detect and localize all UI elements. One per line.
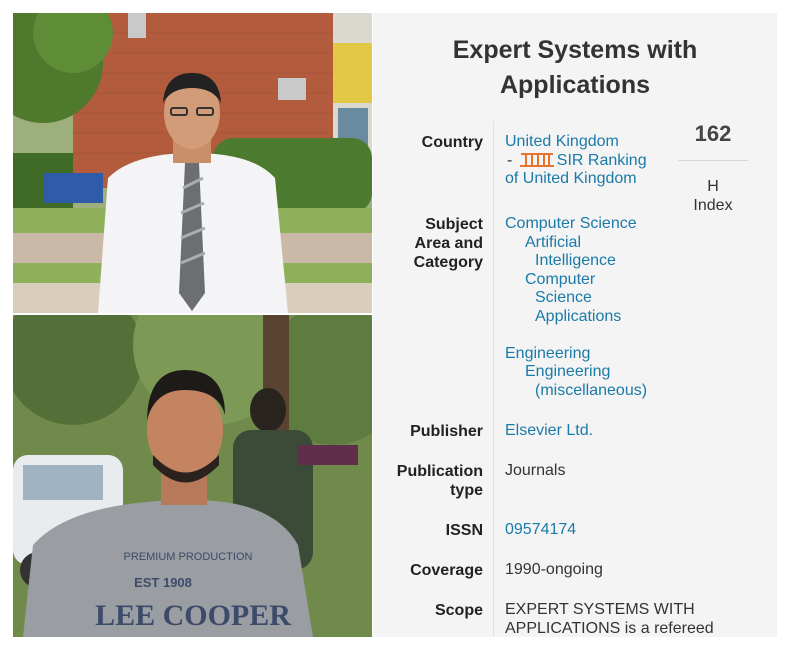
h-index-label-line1: H	[707, 178, 719, 195]
subject-area-label: Subject Area and Category	[393, 215, 483, 272]
journal-title-line2: Applications	[499, 71, 650, 99]
journal-title-line1: Expert Systems with	[452, 36, 698, 64]
scope-value: EXPERT SYSTEMS WITH APPLICATIONS is a re…	[505, 601, 714, 637]
publisher-label: Publisher	[410, 423, 483, 440]
shirt-print-line3: LEE COOPER	[95, 599, 291, 632]
shirt-print-line1: PREMIUM PRODUCTION	[124, 551, 253, 563]
shirt-print-line2: EST 1908	[134, 575, 192, 590]
country-label: Country	[421, 134, 483, 151]
publisher-link[interactable]: Elsevier Ltd.	[505, 422, 593, 441]
column-divider	[493, 121, 494, 637]
subject-label-line1: Subject	[425, 216, 483, 233]
subject-label-line2: Area and	[414, 235, 483, 252]
country-value: United Kingdom - SIR Ranking of United K…	[505, 133, 655, 189]
sir-ranking-icon[interactable]	[519, 152, 554, 168]
h-index-label-line2: Index	[693, 197, 733, 214]
author-photo-bottom-image: PREMIUM PRODUCTION EST 1908 LEE COOPER	[13, 315, 372, 637]
h-index-value: 162	[694, 121, 732, 146]
sir-ranking-row: - SIR Ranking	[505, 152, 655, 171]
issn-label: ISSN	[445, 522, 483, 539]
publication-type-value: Journals	[505, 462, 566, 479]
author-photo-bottom: PREMIUM PRODUCTION EST 1908 LEE COOPER	[13, 315, 372, 637]
journal-title: Expert Systems with Applications	[373, 33, 777, 103]
subject-area-value: Computer Science Artificial Intelligence…	[505, 215, 655, 400]
category-artificial-intelligence[interactable]: Artificial Intelligence	[505, 234, 655, 271]
publication-type-label-line2: type	[450, 482, 483, 499]
subject-label-line3: Category	[413, 254, 483, 271]
category-computer-science-applications[interactable]: Computer Science Applications	[505, 271, 655, 327]
scope-label: Scope	[434, 602, 483, 619]
coverage-value: 1990-ongoing	[505, 561, 603, 578]
author-photo-top-image	[13, 13, 372, 313]
coverage-label: Coverage	[410, 562, 483, 579]
journal-card: Expert Systems with Applications Country…	[373, 13, 777, 637]
author-photo-top	[13, 13, 372, 313]
issn-link[interactable]: 09574174	[505, 521, 576, 540]
category-engineering-misc[interactable]: Engineering (miscellaneous)	[505, 363, 655, 400]
subject-area-computer-science[interactable]: Computer Science	[505, 215, 655, 234]
publication-type-label: Publication type	[388, 462, 483, 500]
dash: -	[507, 151, 513, 169]
subject-area-engineering[interactable]: Engineering	[505, 345, 655, 364]
h-index-divider	[678, 160, 748, 161]
country-link[interactable]: United Kingdom	[505, 133, 655, 152]
sir-ranking-link[interactable]: SIR Ranking	[557, 152, 647, 169]
sir-ranking-link-suffix[interactable]: of United Kingdom	[505, 170, 655, 189]
publication-type-label-line1: Publication	[396, 463, 483, 480]
h-index-label: H Index	[678, 177, 748, 215]
